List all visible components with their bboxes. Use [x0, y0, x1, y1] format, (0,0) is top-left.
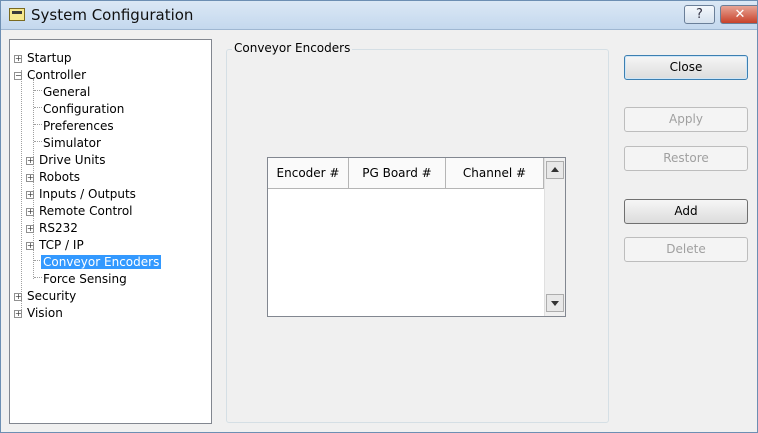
tree-item-label: TCP / IP — [39, 238, 84, 252]
tree-item-drive-units[interactable]: + Drive Units — [26, 152, 108, 168]
tree-item-vision[interactable]: + Vision — [14, 305, 65, 321]
column-header-channel[interactable]: Channel # — [446, 158, 544, 189]
system-configuration-window: System Configuration ? ✕ + Startup − Contr… — [0, 0, 758, 433]
grid-scrollbar[interactable] — [544, 158, 565, 316]
tree-item-label: Conveyor Encoders — [41, 255, 162, 269]
help-button[interactable]: ? — [684, 5, 715, 24]
tree-item-label: Security — [27, 289, 77, 303]
tree-item-label: Remote Control — [39, 204, 133, 218]
expand-icon[interactable]: + — [26, 157, 34, 165]
tree-connector — [21, 70, 22, 314]
close-button[interactable]: Close — [624, 55, 748, 80]
title-bar[interactable]: System Configuration ? ✕ — [1, 1, 757, 30]
column-header-pg-board[interactable]: PG Board # — [349, 158, 446, 189]
scroll-down-arrow-icon[interactable] — [546, 294, 564, 312]
expand-icon[interactable]: + — [14, 55, 22, 63]
expand-icon[interactable]: + — [14, 293, 22, 301]
encoders-grid[interactable]: Encoder # PG Board # Channel # — [267, 157, 566, 317]
tree-item-force-sensing[interactable]: Force Sensing — [41, 271, 129, 287]
configuration-tree[interactable]: + Startup − Controller General Configurati… — [9, 39, 212, 424]
tree-item-label: Inputs / Outputs — [39, 187, 136, 201]
tree-item-label: Controller — [27, 68, 87, 82]
window-close-button[interactable]: ✕ — [720, 5, 757, 24]
window-title: System Configuration — [31, 6, 194, 24]
expand-icon[interactable]: + — [14, 310, 22, 318]
expand-icon[interactable]: + — [26, 242, 34, 250]
tree-item-tcp-ip[interactable]: + TCP / IP — [26, 237, 86, 253]
tree-item-label: Preferences — [43, 119, 114, 133]
tree-item-label: RS232 — [39, 221, 78, 235]
apply-button[interactable]: Apply — [624, 107, 748, 132]
collapse-icon[interactable]: − — [14, 72, 22, 80]
tree-item-controller[interactable]: − Controller — [14, 67, 88, 83]
tree-item-label: Simulator — [43, 136, 101, 150]
add-button[interactable]: Add — [624, 199, 748, 224]
tree-item-conveyor-encoders[interactable]: Conveyor Encoders — [41, 254, 162, 270]
tree-item-simulator[interactable]: Simulator — [41, 135, 103, 151]
tree-item-robots[interactable]: + Robots — [26, 169, 82, 185]
tree-item-preferences[interactable]: Preferences — [41, 118, 116, 134]
tree-item-startup[interactable]: + Startup — [14, 50, 74, 66]
expand-icon[interactable]: + — [26, 191, 34, 199]
expand-icon[interactable]: + — [26, 208, 34, 216]
tree-item-rs232[interactable]: + RS232 — [26, 220, 80, 236]
tree-item-label: Configuration — [43, 102, 125, 116]
app-icon — [9, 8, 25, 21]
tree-item-label: Force Sensing — [43, 272, 127, 286]
restore-button[interactable]: Restore — [624, 146, 748, 171]
scroll-up-arrow-icon[interactable] — [546, 161, 564, 179]
tree-item-general[interactable]: General — [41, 84, 92, 100]
group-title: Conveyor Encoders — [232, 41, 353, 55]
tree-item-label: Vision — [27, 306, 63, 320]
tree-item-inputs-outputs[interactable]: + Inputs / Outputs — [26, 186, 138, 202]
expand-icon[interactable]: + — [26, 174, 34, 182]
tree-item-remote-control[interactable]: + Remote Control — [26, 203, 135, 219]
expand-icon[interactable]: + — [26, 225, 34, 233]
tree-item-label: Startup — [27, 51, 72, 65]
tree-item-security[interactable]: + Security — [14, 288, 78, 304]
tree-item-configuration[interactable]: Configuration — [41, 101, 126, 117]
tree-item-label: Drive Units — [39, 153, 106, 167]
column-header-encoder[interactable]: Encoder # — [268, 158, 349, 189]
delete-button[interactable]: Delete — [624, 237, 748, 262]
tree-item-label: General — [43, 85, 91, 99]
tree-item-label: Robots — [39, 170, 81, 184]
